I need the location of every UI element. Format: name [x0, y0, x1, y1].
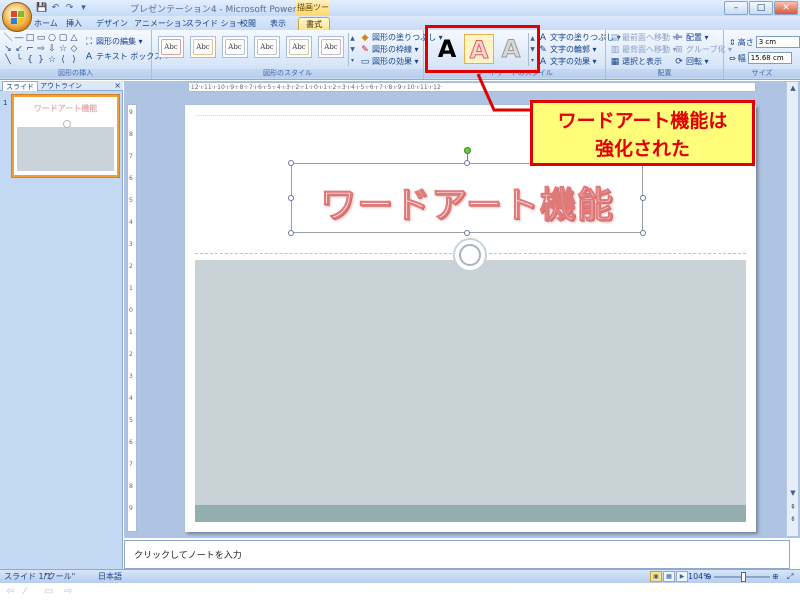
callout-line-1: ワードアート機能は: [557, 110, 728, 132]
callout-annotation: ワードアート機能は 強化された: [530, 100, 755, 166]
callout-leader-line: [476, 73, 530, 112]
callout-line-2: 強化された: [594, 138, 690, 160]
